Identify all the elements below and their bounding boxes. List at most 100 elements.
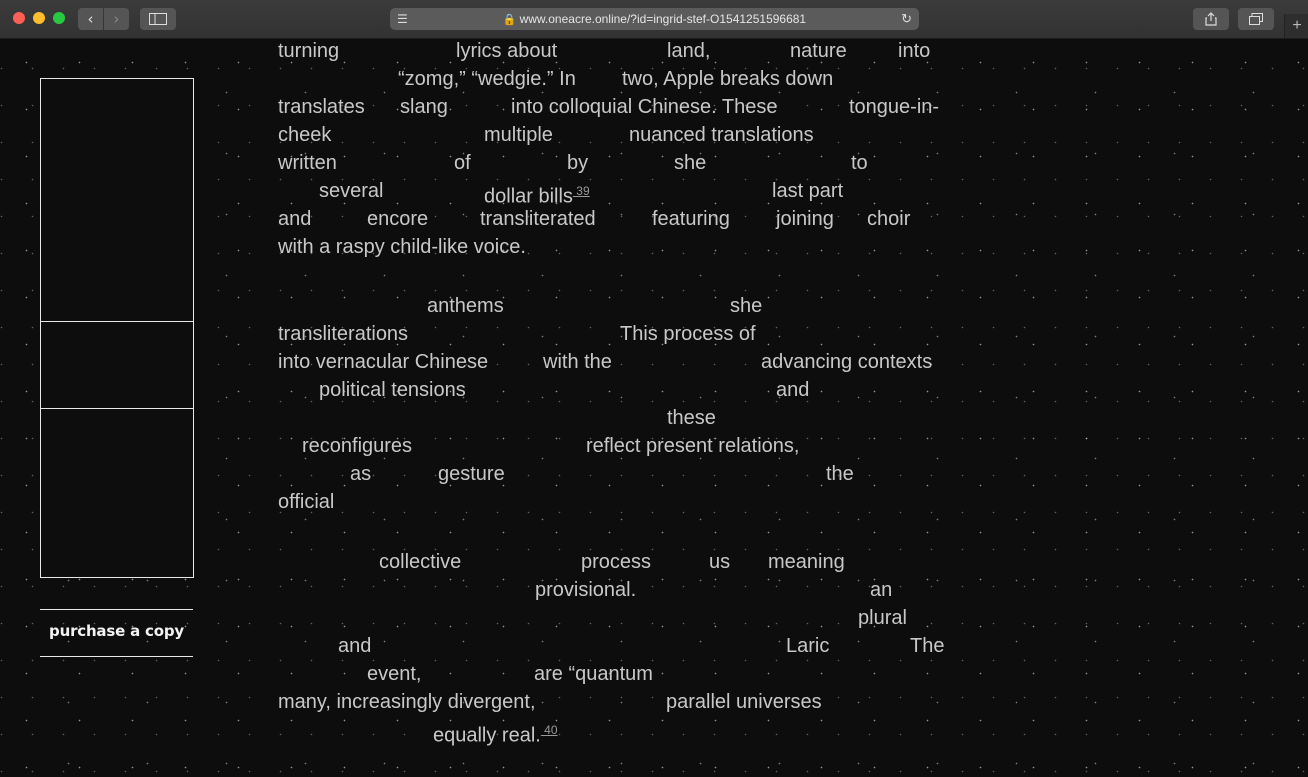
text-fragment: with a raspy child-like voice. <box>278 235 526 259</box>
text-fragment-words: dollar bills <box>484 185 573 208</box>
text-fragment-words: “zomg,” “wedgie.” In <box>398 68 576 90</box>
text-fragment-words: these <box>667 407 716 429</box>
text-fragment-words: by <box>567 152 589 174</box>
text-fragment: land, <box>667 39 710 63</box>
text-fragment: us <box>709 550 730 574</box>
url-text: www.oneacre.online/?id=ingrid-stef-O1541… <box>519 12 807 26</box>
text-fragment-words: advancing contexts <box>761 351 933 373</box>
text-fragment-words: us <box>709 551 731 573</box>
text-fragment-words: cheek <box>278 124 332 146</box>
chevron-right-icon: › <box>113 10 120 28</box>
text-fragment-words: tongue-in- <box>849 96 940 118</box>
text-fragment: parallel universes <box>666 690 822 714</box>
chevron-left-icon: ‹ <box>87 10 94 28</box>
text-fragment: transliterations <box>278 322 408 346</box>
text-fragment: official <box>278 490 334 514</box>
text-fragment-words: meaning <box>768 551 845 573</box>
text-fragment-words: equally real. <box>433 724 541 747</box>
text-fragment-words: many, increasingly divergent, <box>278 691 536 713</box>
text-fragment-words: reflect present relations, <box>586 435 800 457</box>
text-fragment: transliterated <box>480 207 596 231</box>
text-fragment: lyrics about <box>456 39 557 63</box>
text-fragment-words: and <box>278 208 312 230</box>
text-fragment-words: are “quantum <box>534 663 653 685</box>
share-icon <box>1205 12 1217 26</box>
text-fragment: translates <box>278 95 365 119</box>
text-fragment: and <box>278 207 311 231</box>
reload-icon[interactable]: ↻ <box>901 8 912 30</box>
text-fragment-words: she <box>674 152 707 174</box>
zoom-window-button[interactable] <box>53 12 65 24</box>
sidebar-toggle-button[interactable] <box>140 8 176 30</box>
text-fragment-words: as <box>350 463 372 485</box>
divider <box>40 609 193 610</box>
close-window-button[interactable] <box>13 12 25 24</box>
reader-icon[interactable]: ☰ <box>397 8 408 30</box>
forward-button[interactable]: › <box>104 8 129 30</box>
text-fragment-words: into vernacular Chinese <box>278 351 489 373</box>
text-fragment: she <box>674 151 706 175</box>
address-bar[interactable]: ☰ 🔒 www.oneacre.online/?id=ingrid-stef-O1… <box>390 8 919 30</box>
text-fragment-words: joining <box>776 208 834 230</box>
tabs-icon <box>1249 13 1263 25</box>
text-fragment-words: with a raspy child-like voice. <box>278 236 526 258</box>
lock-icon: 🔒 <box>502 14 517 26</box>
text-fragment-words: written <box>278 152 337 174</box>
footnote-link[interactable]: 39 <box>573 184 589 198</box>
text-fragment: by <box>567 151 588 175</box>
text-fragment: event, <box>367 662 421 686</box>
text-fragment-words: and <box>338 635 372 657</box>
text-fragment-words: collective <box>379 551 462 573</box>
share-button[interactable] <box>1193 8 1229 30</box>
text-fragment-words: This process of <box>620 323 756 345</box>
text-fragment-words: Laric <box>786 635 830 657</box>
text-fragment-words: process <box>581 551 652 573</box>
new-tab-button[interactable]: + <box>1284 14 1308 38</box>
text-fragment-words: transliterated <box>480 208 596 230</box>
text-fragment: and <box>338 634 371 658</box>
text-fragment: encore <box>367 207 428 231</box>
text-fragment: advancing contexts <box>761 350 932 374</box>
text-fragment-words: reconfigures <box>302 435 413 457</box>
text-fragment: turning <box>278 39 339 63</box>
minimize-window-button[interactable] <box>33 12 45 24</box>
text-fragment-words: she <box>730 295 763 317</box>
text-fragment: an <box>870 578 892 602</box>
text-fragment: anthems <box>427 294 504 318</box>
text-fragment: these <box>667 406 716 430</box>
text-fragment: “zomg,” “wedgie.” In <box>398 67 576 91</box>
purchase-link[interactable]: purchase a copy <box>40 622 193 640</box>
image-frame <box>40 78 194 322</box>
text-fragment-words: with the <box>543 351 612 373</box>
text-fragment: tongue-in- <box>849 95 939 119</box>
divider <box>40 656 193 657</box>
text-fragment-words: into colloquial Chinese. These <box>511 96 778 118</box>
text-fragment: plural <box>858 606 907 630</box>
footnote-link[interactable]: 40 <box>541 723 557 737</box>
text-fragment: nature <box>790 39 847 63</box>
tab-overview-button[interactable] <box>1238 8 1274 30</box>
back-button[interactable]: ‹ <box>78 8 103 30</box>
text-fragment-words: provisional. <box>535 579 637 601</box>
text-fragment: several <box>319 179 383 203</box>
text-fragment: two, Apple breaks down <box>622 67 833 91</box>
text-fragment-words: to <box>851 152 868 174</box>
text-fragment-words: anthems <box>427 295 504 317</box>
text-fragment-words: turning <box>278 40 340 62</box>
text-fragment-words: nature <box>790 40 847 62</box>
text-fragment: she <box>730 294 762 318</box>
text-fragment: to <box>851 151 868 175</box>
image-frame <box>40 408 194 578</box>
text-fragment: gesture <box>438 462 505 486</box>
text-fragment: into <box>898 39 930 63</box>
text-fragment: process <box>581 550 651 574</box>
text-fragment-words: the <box>826 463 854 485</box>
text-fragment: slang <box>400 95 448 119</box>
plus-icon: + <box>1292 17 1302 34</box>
text-fragment-words: of <box>454 152 471 174</box>
text-fragment-words: two, Apple breaks down <box>622 68 834 90</box>
page-content: purchase a copy turning lyrics about land,… <box>0 39 1308 777</box>
text-fragment: are “quantum <box>534 662 653 686</box>
text-fragment-words: political tensions <box>319 379 466 401</box>
text-fragment-words: land, <box>667 40 711 62</box>
